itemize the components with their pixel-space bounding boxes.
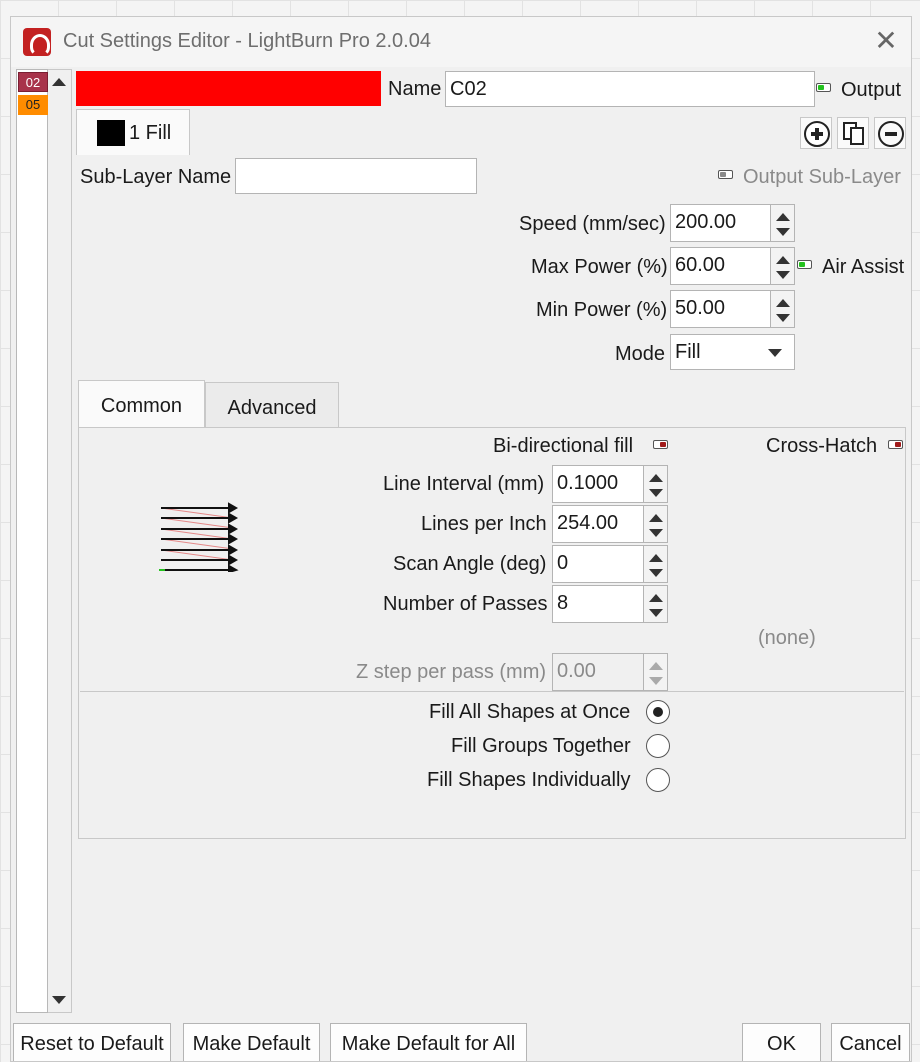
layer-color-swatch[interactable] <box>76 71 381 106</box>
output-toggle[interactable] <box>816 83 831 92</box>
min-power-input[interactable]: 50.00 <box>670 290 771 328</box>
sublayer-name-label: Sub-Layer Name <box>80 166 232 188</box>
crosshatch-toggle[interactable] <box>888 440 903 449</box>
layer-item-05[interactable]: 05 <box>18 95 48 115</box>
minus-circle-icon <box>878 121 904 147</box>
z-step-stepper[interactable] <box>644 653 668 691</box>
tab-common[interactable]: Common <box>78 380 205 430</box>
fill-preview-icon <box>159 502 239 572</box>
z-step-label: Z step per pass (mm) <box>356 661 547 683</box>
fill-all-shapes-radio[interactable] <box>646 700 670 724</box>
mode-select[interactable]: Fill <box>670 334 795 370</box>
duplicate-sublayer-button[interactable] <box>837 117 869 149</box>
scan-angle-label: Scan Angle (deg) <box>393 553 547 575</box>
number-of-passes-label: Number of Passes <box>383 593 548 615</box>
scan-angle-input[interactable]: 0 <box>552 545 644 583</box>
lightburn-logo-icon <box>23 28 51 56</box>
add-sublayer-button[interactable] <box>800 117 832 149</box>
decrement-icon[interactable] <box>775 314 790 322</box>
increment-icon[interactable] <box>648 554 663 562</box>
speed-label: Speed (mm/sec) <box>519 213 666 235</box>
bidirectional-toggle[interactable] <box>653 440 668 449</box>
tab-common-label: Common <box>100 395 183 417</box>
output-label: Output <box>841 79 902 101</box>
min-power-label: Min Power (%) <box>536 299 668 321</box>
chevron-down-icon <box>768 349 782 357</box>
make-default-button[interactable]: Make Default <box>183 1023 320 1061</box>
lines-per-inch-input[interactable]: 254.00 <box>552 505 644 543</box>
decrement-icon[interactable] <box>648 609 663 617</box>
z-step-input[interactable]: 0.00 <box>552 653 644 691</box>
increment-icon[interactable] <box>648 474 663 482</box>
section-divider <box>80 691 904 692</box>
increment-icon[interactable] <box>648 594 663 602</box>
speed-input[interactable]: 200.00 <box>670 204 771 242</box>
scroll-down-icon[interactable] <box>52 996 66 1004</box>
sublayer-tab-1-fill[interactable]: 1 Fill <box>76 109 190 155</box>
close-icon[interactable]: ✕ <box>871 27 901 57</box>
fill-groups-together-label: Fill Groups Together <box>451 735 631 757</box>
increment-icon <box>648 662 663 670</box>
layer-name-input[interactable]: C02 <box>445 71 815 107</box>
cut-settings-dialog: Cut Settings Editor - LightBurn Pro 2.0.… <box>10 16 912 1062</box>
reset-to-default-button[interactable]: Reset to Default <box>13 1023 171 1061</box>
name-label: Name <box>388 78 442 100</box>
max-power-input[interactable]: 60.00 <box>670 247 771 285</box>
fill-shapes-individually-radio[interactable] <box>646 768 670 792</box>
window-title: Cut Settings Editor - LightBurn Pro 2.0.… <box>63 30 431 52</box>
lines-per-inch-stepper[interactable] <box>644 505 668 543</box>
bidirectional-label: Bi-directional fill <box>493 435 634 457</box>
air-assist-toggle[interactable] <box>797 260 812 269</box>
line-interval-input[interactable]: 0.1000 <box>552 465 644 503</box>
layer-list-scrollbar[interactable] <box>48 69 72 1013</box>
increment-icon[interactable] <box>775 299 790 307</box>
sublayer-tab-label: 1 Fill <box>129 122 172 144</box>
lines-per-inch-label: Lines per Inch <box>421 513 547 535</box>
fill-all-shapes-label: Fill All Shapes at Once <box>429 701 631 723</box>
min-power-stepper[interactable] <box>771 290 795 328</box>
scroll-up-icon[interactable] <box>52 78 66 86</box>
decrement-icon[interactable] <box>648 569 663 577</box>
increment-icon[interactable] <box>648 514 663 522</box>
mode-select-value: Fill <box>675 341 701 363</box>
decrement-icon[interactable] <box>648 489 663 497</box>
make-default-for-all-button[interactable]: Make Default for All <box>330 1023 527 1061</box>
fill-shapes-individually-label: Fill Shapes Individually <box>427 769 631 791</box>
sublayer-name-input[interactable] <box>235 158 477 194</box>
tab-advanced[interactable]: Advanced <box>205 382 339 430</box>
increment-icon[interactable] <box>775 256 790 264</box>
speed-stepper[interactable] <box>771 204 795 242</box>
common-tab-panel: Bi-directional fill Cross-Hatch Line Int… <box>78 427 906 839</box>
layer-list: 02 05 <box>16 69 48 1013</box>
crosshatch-label: Cross-Hatch <box>766 435 878 457</box>
output-sublayer-toggle[interactable] <box>718 170 733 179</box>
tab-advanced-label: Advanced <box>227 397 317 419</box>
decrement-icon <box>648 677 663 685</box>
decrement-icon[interactable] <box>775 228 790 236</box>
sublayer-color-swatch <box>97 120 125 146</box>
number-of-passes-input[interactable]: 8 <box>552 585 644 623</box>
none-label: (none) <box>758 627 816 649</box>
cancel-button[interactable]: Cancel <box>831 1023 910 1061</box>
line-interval-label: Line Interval (mm) <box>383 473 545 495</box>
output-sublayer-label: Output Sub-Layer <box>743 166 901 188</box>
decrement-icon[interactable] <box>775 271 790 279</box>
line-interval-stepper[interactable] <box>644 465 668 503</box>
max-power-stepper[interactable] <box>771 247 795 285</box>
number-of-passes-stepper[interactable] <box>644 585 668 623</box>
decrement-icon[interactable] <box>648 529 663 537</box>
layer-item-02[interactable]: 02 <box>18 72 48 92</box>
air-assist-label: Air Assist <box>822 256 905 278</box>
max-power-label: Max Power (%) <box>531 256 668 278</box>
ok-button[interactable]: OK <box>742 1023 821 1061</box>
fill-groups-together-radio[interactable] <box>646 734 670 758</box>
increment-icon[interactable] <box>775 213 790 221</box>
scan-angle-stepper[interactable] <box>644 545 668 583</box>
mode-label: Mode <box>615 343 666 365</box>
title-bar: Cut Settings Editor - LightBurn Pro 2.0.… <box>11 17 911 67</box>
remove-sublayer-button[interactable] <box>874 117 906 149</box>
plus-circle-icon <box>804 121 830 147</box>
